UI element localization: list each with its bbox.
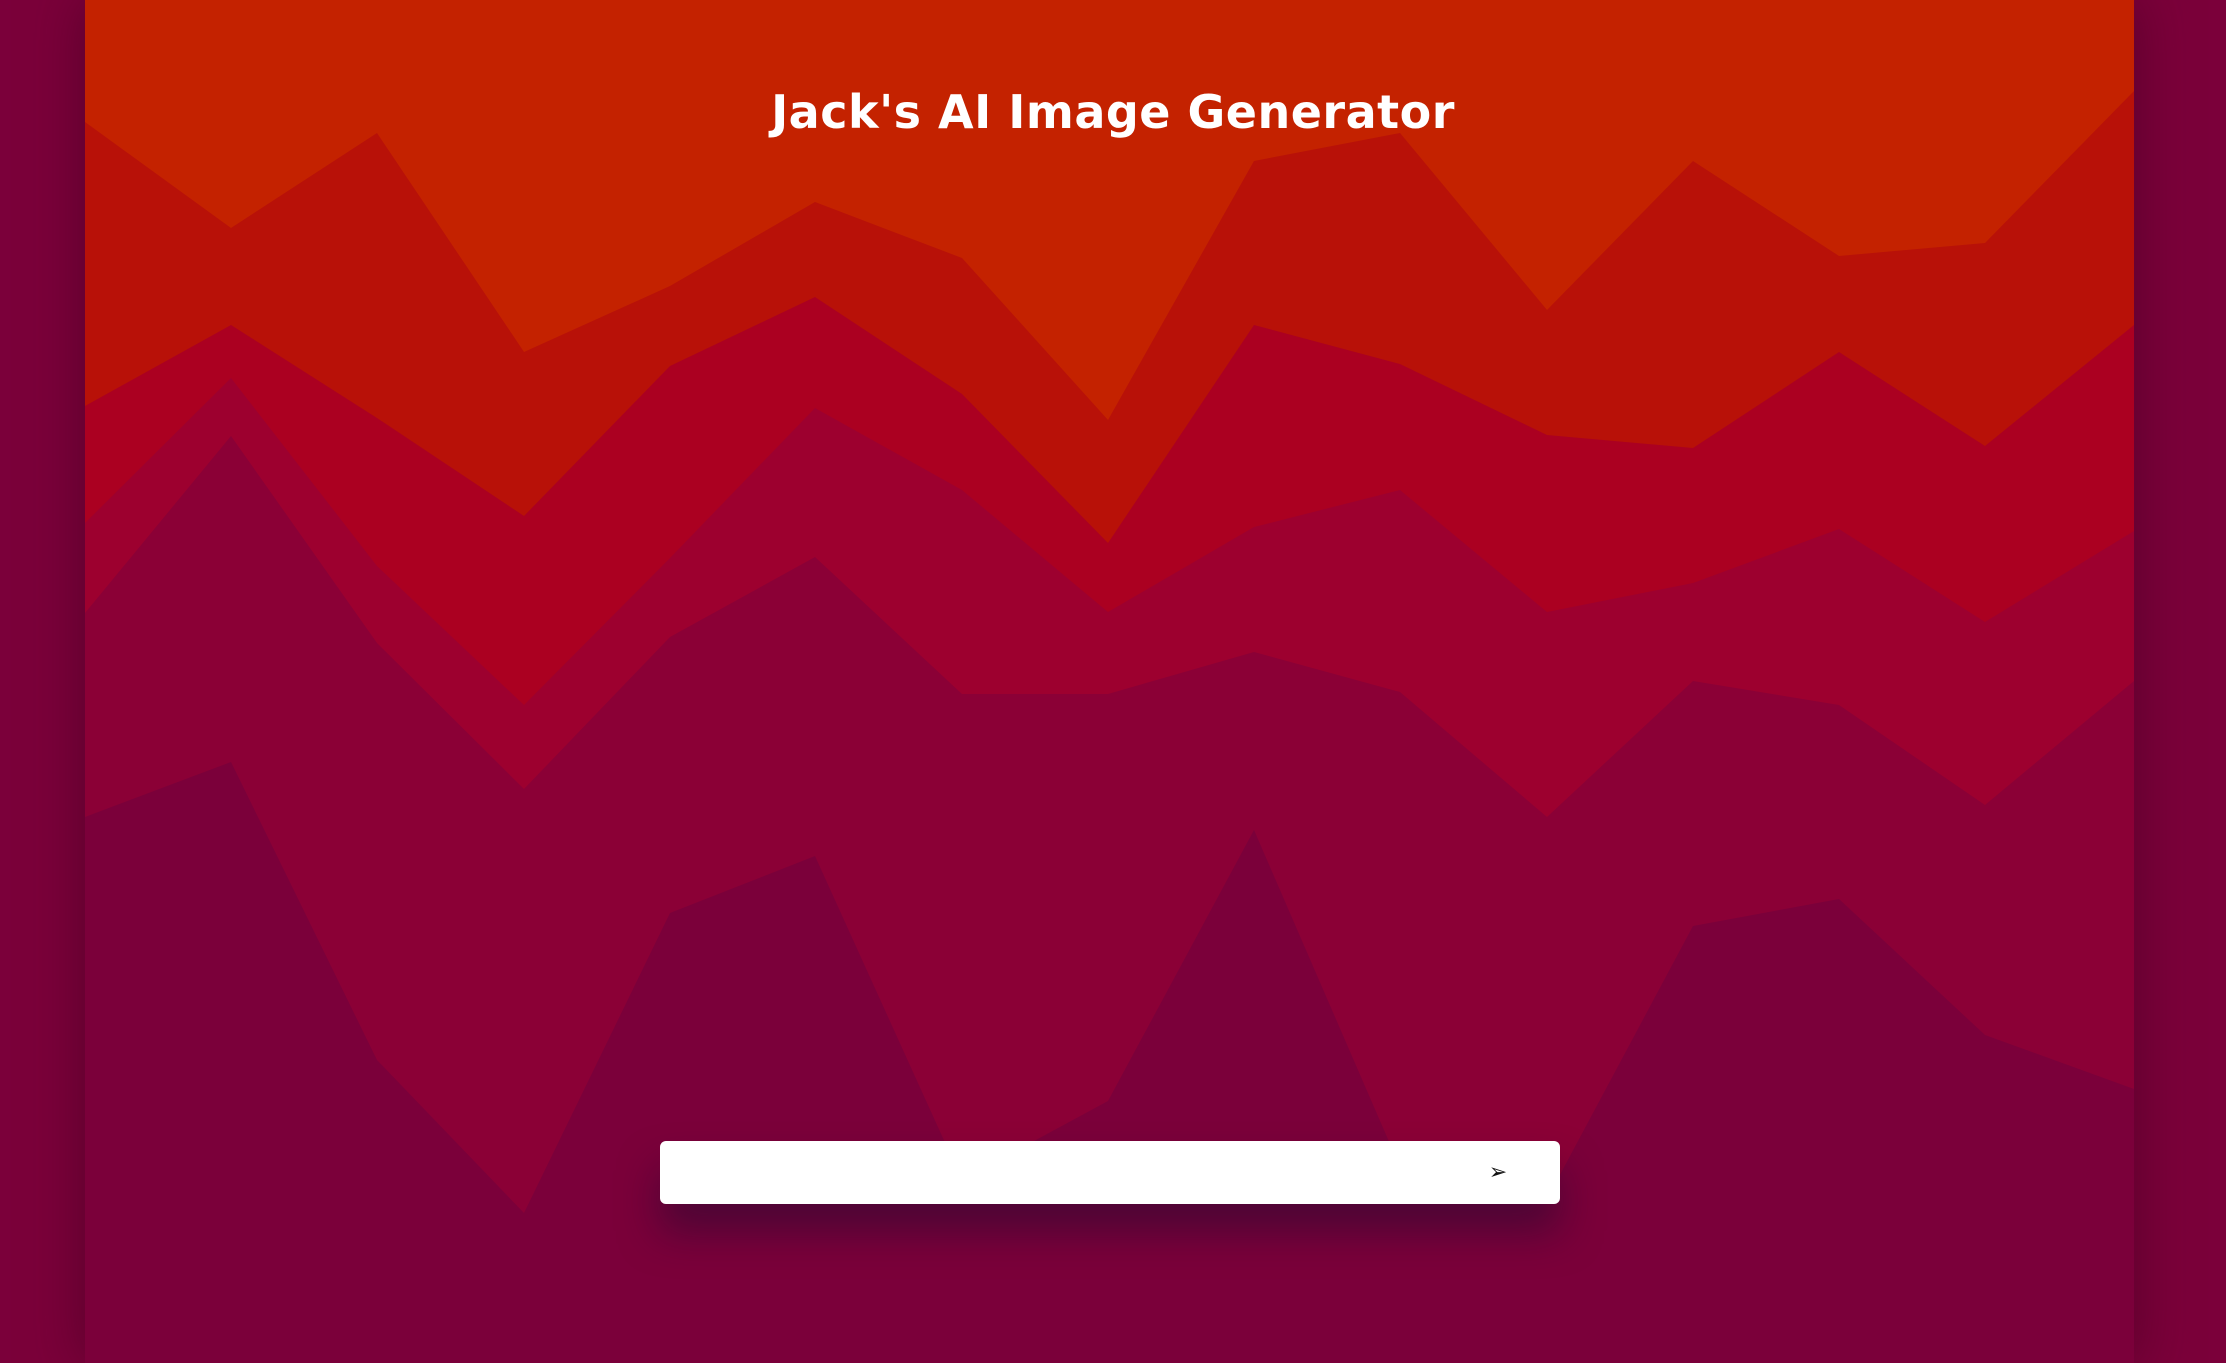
prompt-input[interactable] — [660, 1141, 1463, 1204]
prompt-bar: ➢ — [660, 1141, 1560, 1204]
send-button[interactable]: ➢ — [1463, 1141, 1533, 1204]
page-title: Jack's AI Image Generator — [771, 85, 1455, 139]
send-arrow-icon: ➢ — [1488, 1159, 1508, 1185]
page: Jack's AI Image Generator ➢ — [0, 0, 2226, 1363]
